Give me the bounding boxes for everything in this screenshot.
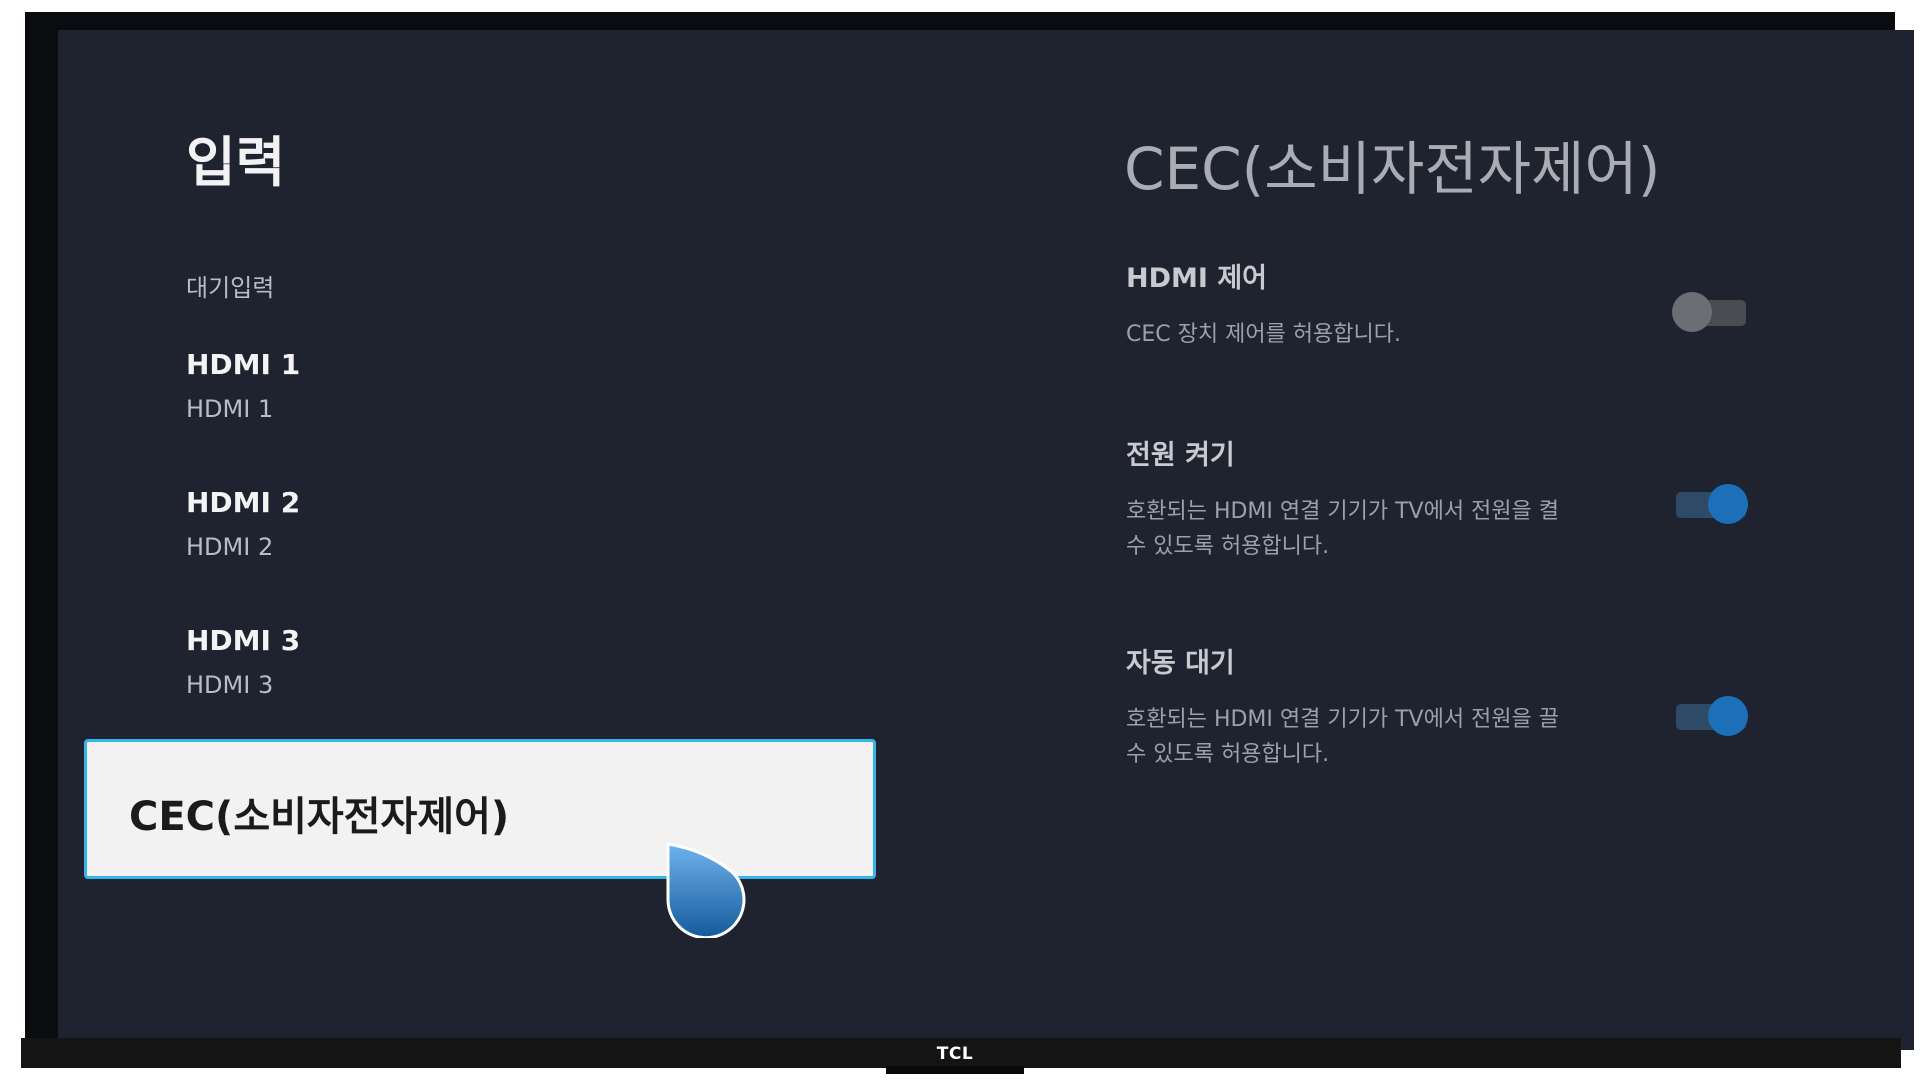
setting-description: 호환되는 HDMI 연결 기기가 TV에서 전원을 끌 수 있도록 허용합니다. bbox=[1126, 707, 1560, 767]
toggle-knob bbox=[1672, 292, 1712, 332]
input-item-name: HDMI 1 bbox=[186, 348, 301, 381]
input-item-hdmi3[interactable]: HDMI 3 HDMI 3 bbox=[186, 624, 886, 699]
auto-standby-toggle[interactable] bbox=[1672, 692, 1748, 736]
input-item-hdmi2[interactable]: HDMI 2 HDMI 2 bbox=[186, 486, 886, 561]
menu-item-cec-selected[interactable]: CEC(소비자전자제어) bbox=[84, 739, 876, 879]
setting-title: 자동 대기 bbox=[1126, 648, 1235, 679]
detail-title: CEC(소비자전자제어) bbox=[1124, 135, 1661, 203]
setting-description: CEC 장치 제어를 허용합니다. bbox=[1126, 322, 1401, 347]
setting-title: 전원 켜기 bbox=[1126, 440, 1235, 471]
setting-description: 호환되는 HDMI 연결 기기가 TV에서 전원을 켤 수 있도록 허용합니다. bbox=[1126, 499, 1560, 559]
pointer-cursor-icon bbox=[666, 842, 746, 938]
input-item-subtitle: HDMI 1 bbox=[186, 395, 274, 423]
input-item-name: HDMI 3 bbox=[186, 624, 301, 657]
standby-input-label[interactable]: 대기입력 bbox=[186, 268, 274, 303]
input-item-subtitle: HDMI 2 bbox=[186, 533, 274, 561]
hdmi-control-toggle[interactable] bbox=[1672, 288, 1748, 332]
tv-stand-foot bbox=[886, 1066, 1024, 1074]
brand-logo: TCL bbox=[936, 1044, 974, 1064]
input-item-hdmi1[interactable]: HDMI 1 HDMI 1 bbox=[186, 348, 886, 423]
power-on-toggle[interactable] bbox=[1672, 480, 1748, 524]
input-item-subtitle: HDMI 3 bbox=[186, 671, 274, 699]
page-title: 입력 bbox=[186, 131, 286, 194]
tv-screen: 입력 대기입력 HDMI 1 HDMI 1 HDMI 2 HDMI 2 HDMI… bbox=[58, 30, 1914, 1050]
toggle-knob bbox=[1708, 696, 1748, 736]
menu-item-cec-label: CEC(소비자전자제어) bbox=[129, 794, 510, 840]
tv-frame: 입력 대기입력 HDMI 1 HDMI 1 HDMI 2 HDMI 2 HDMI… bbox=[25, 12, 1914, 1050]
toggle-knob bbox=[1708, 484, 1748, 524]
input-item-name: HDMI 2 bbox=[186, 486, 301, 519]
